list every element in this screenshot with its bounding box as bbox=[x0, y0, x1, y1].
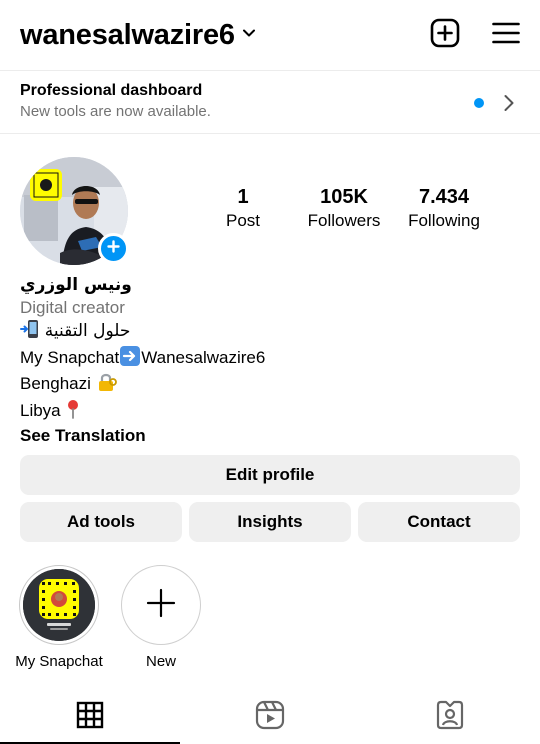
edit-profile-button[interactable]: Edit profile bbox=[20, 455, 520, 495]
menu-button[interactable] bbox=[492, 21, 520, 50]
bio-text: My Snapchat bbox=[20, 347, 120, 367]
phone-arrow-icon bbox=[20, 319, 40, 346]
bio-line-snapchat: My Snapchat Wanesalwazire6 bbox=[20, 345, 520, 373]
tagged-user-icon bbox=[435, 700, 465, 735]
stat-followers[interactable]: 105K Followers bbox=[289, 186, 399, 232]
plus-icon bbox=[146, 588, 176, 623]
snapchat-handle-link[interactable]: Wanesalwazire6 bbox=[141, 348, 265, 367]
hamburger-menu-icon bbox=[492, 21, 520, 50]
profile-bio: ونيس الوزري Digital creator حلول التقنية… bbox=[20, 274, 520, 448]
bio-line-tech: حلول التقنية bbox=[20, 319, 520, 346]
highlight-ring bbox=[19, 565, 99, 645]
add-story-button[interactable] bbox=[98, 233, 129, 264]
pin-icon bbox=[65, 399, 81, 426]
contact-button[interactable]: Contact bbox=[358, 502, 520, 542]
stat-value: 1 bbox=[237, 186, 249, 208]
bio-text: Libya bbox=[20, 400, 61, 420]
ad-tools-button[interactable]: Ad tools bbox=[20, 502, 182, 542]
dashboard-title: Professional dashboard bbox=[20, 82, 203, 99]
username-title: wanesalwazire6 bbox=[20, 18, 235, 51]
lock-key-icon bbox=[96, 372, 118, 399]
bio-text: Benghazi bbox=[20, 374, 91, 393]
dashboard-subtitle: New tools are now available. bbox=[20, 103, 211, 120]
tab-tagged[interactable] bbox=[360, 690, 540, 744]
account-switcher[interactable]: wanesalwazire6 bbox=[20, 19, 257, 52]
professional-dashboard-banner[interactable]: Professional dashboard New tools are now… bbox=[0, 70, 540, 134]
insights-button[interactable]: Insights bbox=[189, 502, 351, 542]
stat-posts[interactable]: 1 Post bbox=[188, 186, 298, 232]
highlight-label: New bbox=[145, 653, 176, 670]
tab-posts[interactable] bbox=[0, 690, 180, 744]
bio-line-country: Libya bbox=[20, 399, 520, 426]
stat-value: 105K bbox=[320, 186, 368, 208]
plus-icon bbox=[107, 239, 120, 258]
chevron-down-icon bbox=[241, 25, 257, 46]
chevron-right-icon bbox=[503, 94, 515, 117]
plus-square-icon bbox=[430, 18, 460, 53]
stat-following[interactable]: 7.434 Following bbox=[389, 186, 499, 232]
highlight-label: My Snapchat bbox=[15, 653, 103, 670]
top-bar: wanesalwazire6 bbox=[0, 0, 540, 70]
create-button[interactable] bbox=[430, 18, 460, 53]
grid-icon bbox=[76, 701, 104, 734]
stat-label: Following bbox=[408, 211, 480, 230]
tab-reels[interactable] bbox=[180, 690, 360, 744]
notification-dot bbox=[474, 98, 484, 108]
display-name: ونيس الوزري bbox=[20, 275, 132, 295]
bio-text: حلول التقنية bbox=[44, 321, 131, 341]
stat-label: Post bbox=[225, 211, 261, 230]
highlight-new[interactable]: New bbox=[111, 565, 211, 670]
snapcode-icon bbox=[23, 569, 95, 641]
highlight-my-snapchat[interactable]: My Snapchat bbox=[9, 565, 109, 670]
stat-value: 7.434 bbox=[418, 186, 470, 208]
stat-label: Followers bbox=[307, 211, 381, 230]
profile-tabs bbox=[0, 690, 540, 744]
see-translation-link[interactable]: See Translation bbox=[20, 425, 520, 448]
profile-stats: 1 Post 105K Followers 7.434 Following bbox=[0, 186, 540, 236]
highlight-ring bbox=[121, 565, 201, 645]
right-arrow-icon bbox=[119, 345, 141, 373]
bio-line-city: Benghazi bbox=[20, 372, 520, 399]
profile-category: Digital creator bbox=[20, 297, 125, 317]
reels-icon bbox=[255, 700, 285, 735]
